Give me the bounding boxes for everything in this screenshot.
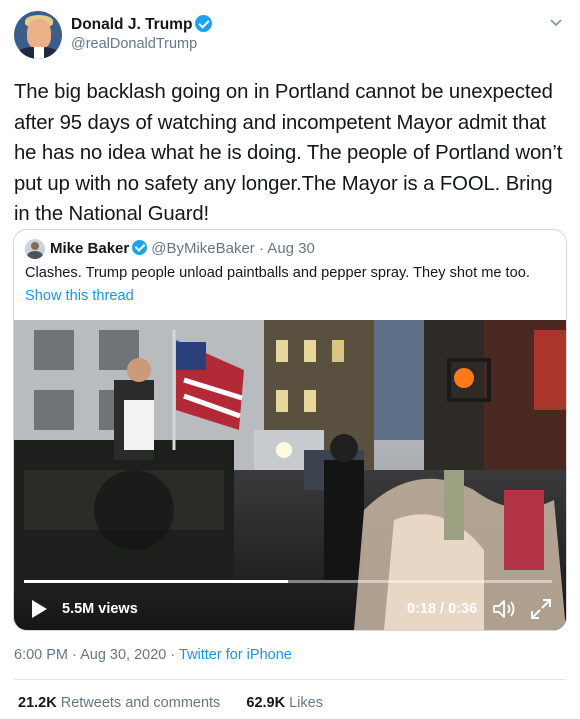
verified-badge-icon — [195, 15, 213, 32]
retweets-count[interactable]: 21.2K — [18, 695, 57, 711]
volume-icon[interactable] — [492, 598, 518, 620]
video-views: 5.5M views — [62, 601, 138, 617]
likes-label[interactable]: Likes — [289, 695, 323, 711]
tweet-stats: 21.2K Retweets and comments 62.9K Likes — [18, 695, 323, 711]
author-name-row[interactable]: Donald J. Trump — [71, 15, 213, 34]
author-avatar[interactable] — [14, 11, 62, 59]
quoted-tweet-text: Clashes. Trump people unload paintballs … — [25, 265, 530, 281]
video-progress-fill — [24, 580, 288, 583]
quoted-author-name[interactable]: Mike Baker — [50, 240, 129, 257]
meta-separator: · — [170, 647, 179, 663]
chevron-down-icon[interactable] — [548, 14, 564, 30]
avatar-face — [27, 19, 51, 49]
tweet-meta: 6:00 PM · Aug 30, 2020 · Twitter for iPh… — [14, 647, 292, 663]
author-name[interactable]: Donald J. Trump — [71, 16, 192, 33]
tweet-timestamp[interactable]: 6:00 PM · Aug 30, 2020 — [14, 647, 166, 663]
tweet: Donald J. Trump @realDonaldTrump The big… — [0, 0, 580, 719]
video-time: 0:18 / 0:36 — [407, 601, 478, 617]
likes-count[interactable]: 62.9K — [246, 695, 285, 711]
quoted-author-avatar[interactable] — [25, 239, 45, 259]
divider — [14, 679, 566, 680]
video-frame — [14, 320, 566, 630]
tweet-text: The big backlash going on in Portland ca… — [14, 81, 563, 225]
video-player[interactable]: 5.5M views 0:18 / 0:36 — [14, 320, 566, 630]
quoted-author-handle-date[interactable]: @ByMikeBaker · Aug 30 — [151, 240, 315, 257]
quoted-tweet[interactable]: Mike Baker @ByMikeBaker · Aug 30 Clashes.… — [13, 229, 567, 631]
expand-icon[interactable] — [530, 598, 552, 620]
quoted-author-row[interactable]: Mike Baker @ByMikeBaker · Aug 30 — [50, 240, 315, 257]
verified-badge-icon — [132, 240, 148, 255]
retweets-label[interactable]: Retweets and comments — [61, 695, 221, 711]
avatar-shirt — [34, 47, 44, 59]
tweet-source[interactable]: Twitter for iPhone — [179, 647, 292, 663]
play-icon[interactable] — [32, 600, 47, 618]
show-thread-link[interactable]: Show this thread — [25, 288, 134, 304]
author-handle[interactable]: @realDonaldTrump — [71, 36, 197, 52]
video-progress-bar[interactable] — [24, 580, 552, 583]
